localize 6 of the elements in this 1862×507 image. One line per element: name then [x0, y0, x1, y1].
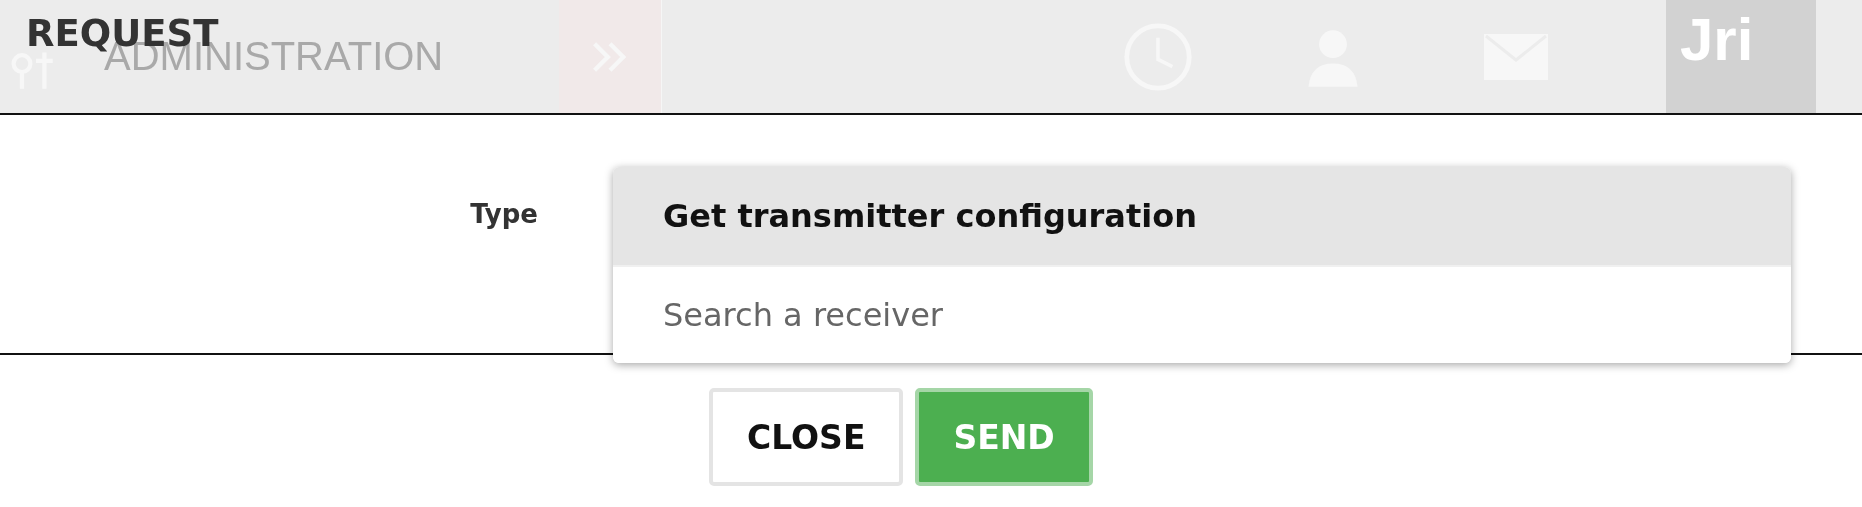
search-field[interactable]: Search a receiver [613, 267, 1791, 363]
dropdown-option[interactable]: Get transmitter configuration [613, 167, 1791, 267]
close-button[interactable]: CLOSE [709, 388, 904, 486]
dropdown-menu[interactable]: Get transmitter configuration Search a receiver [613, 167, 1791, 363]
expand-button[interactable] [559, 0, 662, 113]
type-label: Type [470, 199, 538, 229]
